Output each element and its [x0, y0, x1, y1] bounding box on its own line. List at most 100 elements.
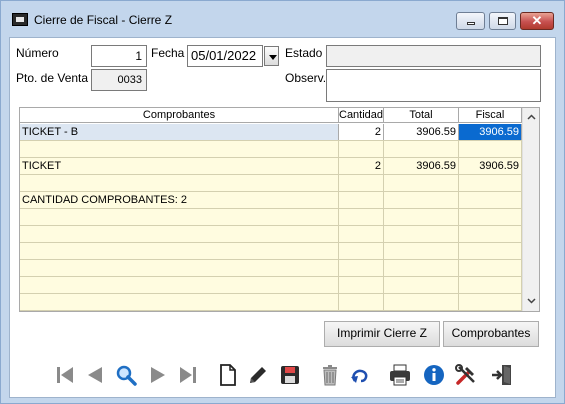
table-row[interactable]	[20, 243, 522, 260]
cell-fiscal[interactable]	[459, 209, 522, 225]
cell-cantidad[interactable]	[339, 243, 384, 259]
fecha-field[interactable]: 05/01/2022	[187, 45, 263, 67]
cell-comprobante[interactable]	[20, 141, 339, 157]
tools-icon[interactable]	[454, 363, 478, 387]
cell-cantidad[interactable]	[339, 192, 384, 208]
form-area: Número 1 Fecha 05/01/2022 Estado Pto. de…	[9, 37, 556, 398]
cell-comprobante[interactable]: CANTIDAD COMPROBANTES: 2	[20, 192, 339, 208]
cell-comprobante[interactable]	[20, 260, 339, 276]
cell-total[interactable]	[384, 192, 459, 208]
column-header-total[interactable]: Total	[384, 108, 459, 123]
cell-cantidad[interactable]	[339, 226, 384, 242]
undo-icon[interactable]	[348, 363, 372, 387]
cell-cantidad[interactable]	[339, 260, 384, 276]
cell-fiscal[interactable]	[459, 277, 522, 293]
cell-comprobante[interactable]	[20, 294, 339, 310]
cell-fiscal[interactable]: 3906.59	[459, 124, 522, 140]
cell-cantidad[interactable]	[339, 294, 384, 310]
numero-label: Número	[16, 46, 59, 60]
cell-fiscal[interactable]	[459, 141, 522, 157]
fecha-label: Fecha	[151, 46, 185, 60]
print-icon[interactable]	[388, 363, 412, 387]
first-record-icon[interactable]	[53, 363, 77, 387]
fecha-dropdown-button[interactable]	[264, 46, 279, 66]
estado-field[interactable]	[326, 45, 541, 67]
info-icon[interactable]	[422, 363, 446, 387]
table-row[interactable]	[20, 209, 522, 226]
cell-cantidad[interactable]	[339, 209, 384, 225]
cell-cantidad[interactable]: 2	[339, 124, 384, 140]
comprobantes-button[interactable]: Comprobantes	[443, 321, 539, 347]
edit-pencil-icon[interactable]	[246, 363, 270, 387]
delete-trash-icon[interactable]	[318, 363, 342, 387]
window-title: Cierre de Fiscal - Cierre Z	[34, 13, 173, 27]
cell-cantidad[interactable]	[339, 277, 384, 293]
scroll-down-icon[interactable]	[527, 296, 536, 305]
title-bar[interactable]: Cierre de Fiscal - Cierre Z ✕	[1, 1, 564, 37]
cell-comprobante[interactable]	[20, 175, 339, 191]
cell-comprobante[interactable]	[20, 209, 339, 225]
observ-label: Observ.	[285, 71, 327, 85]
cell-fiscal[interactable]	[459, 192, 522, 208]
cell-total[interactable]	[384, 294, 459, 310]
table-row[interactable]	[20, 260, 522, 277]
cell-fiscal[interactable]	[459, 260, 522, 276]
cell-fiscal[interactable]	[459, 226, 522, 242]
cell-total[interactable]	[384, 243, 459, 259]
table-row[interactable]: CANTIDAD COMPROBANTES: 2	[20, 192, 522, 209]
imprimir-cierre-z-button[interactable]: Imprimir Cierre Z	[324, 321, 440, 347]
minimize-button[interactable]	[456, 12, 485, 30]
cell-fiscal[interactable]	[459, 175, 522, 191]
cell-fiscal[interactable]	[459, 243, 522, 259]
cell-comprobante[interactable]	[20, 226, 339, 242]
table-row[interactable]	[20, 175, 522, 192]
scroll-up-icon[interactable]	[527, 113, 536, 122]
table-row[interactable]	[20, 294, 522, 311]
vertical-scrollbar[interactable]	[522, 108, 539, 311]
search-icon[interactable]	[114, 363, 138, 387]
column-header-fiscal[interactable]: Fiscal	[459, 108, 522, 123]
save-disk-icon[interactable]	[278, 363, 302, 387]
close-icon: ✕	[531, 13, 543, 28]
numero-field[interactable]: 1	[91, 45, 147, 67]
cell-comprobante[interactable]: TICKET - B	[20, 124, 339, 140]
comprobantes-table: Comprobantes Cantidad Total Fiscal TICKE…	[19, 107, 540, 312]
cell-total[interactable]	[384, 209, 459, 225]
cell-fiscal[interactable]	[459, 294, 522, 310]
cell-total[interactable]	[384, 226, 459, 242]
cell-comprobante[interactable]: TICKET	[20, 158, 339, 174]
cell-total[interactable]	[384, 175, 459, 191]
maximize-button[interactable]	[489, 12, 516, 30]
pto-venta-field[interactable]: 0033	[91, 69, 147, 91]
previous-record-icon[interactable]	[83, 363, 107, 387]
cell-fiscal[interactable]: 3906.59	[459, 158, 522, 174]
cell-cantidad[interactable]	[339, 141, 384, 157]
cell-total[interactable]	[384, 141, 459, 157]
cell-cantidad[interactable]: 2	[339, 158, 384, 174]
cell-cantidad[interactable]	[339, 175, 384, 191]
minimize-icon	[467, 22, 475, 25]
cell-comprobante[interactable]	[20, 243, 339, 259]
new-document-icon[interactable]	[216, 363, 240, 387]
cell-total[interactable]	[384, 277, 459, 293]
cell-comprobante[interactable]	[20, 277, 339, 293]
cell-total[interactable]	[384, 260, 459, 276]
table-row[interactable]	[20, 277, 522, 294]
table-row[interactable]: TICKET 2 3906.59 3906.59	[20, 158, 522, 175]
next-record-icon[interactable]	[146, 363, 170, 387]
cell-total[interactable]: 3906.59	[384, 124, 459, 140]
column-header-cantidad[interactable]: Cantidad	[339, 108, 384, 123]
observ-field[interactable]	[326, 69, 541, 102]
close-button[interactable]: ✕	[520, 12, 554, 30]
table-row[interactable]: TICKET - B 2 3906.59 3906.59	[20, 124, 522, 141]
column-header-comprobantes[interactable]: Comprobantes	[20, 108, 339, 123]
table-row[interactable]	[20, 226, 522, 243]
table-row[interactable]	[20, 141, 522, 158]
cell-total[interactable]: 3906.59	[384, 158, 459, 174]
main-window: Cierre de Fiscal - Cierre Z ✕ Número 1 F…	[0, 0, 565, 404]
estado-label: Estado	[285, 46, 323, 60]
exit-door-icon[interactable]	[490, 363, 514, 387]
last-record-icon[interactable]	[176, 363, 200, 387]
maximize-icon	[498, 17, 508, 25]
table-header: Comprobantes Cantidad Total Fiscal	[20, 108, 522, 123]
